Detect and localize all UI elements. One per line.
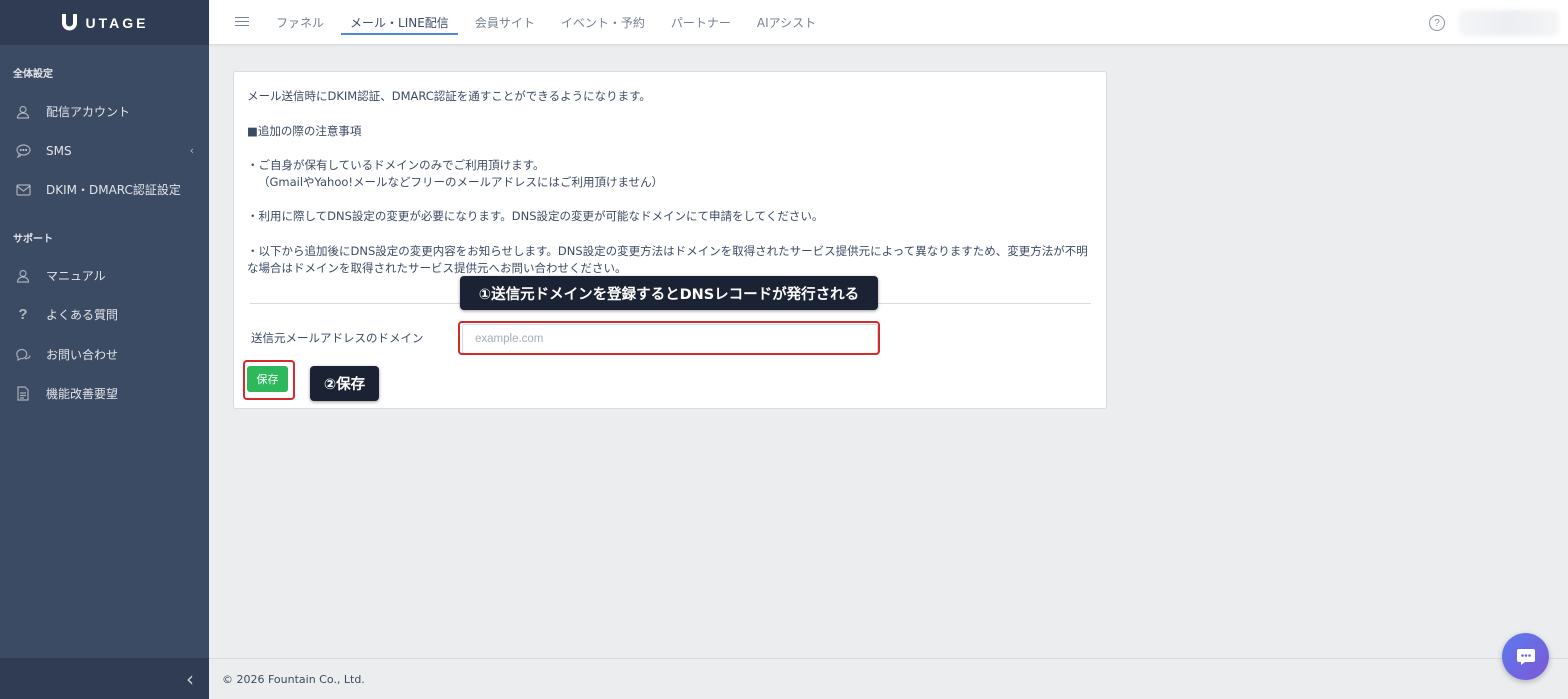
notes-heading: ■追加の際の注意事項 xyxy=(247,124,362,138)
question-icon: ? xyxy=(18,306,28,323)
sidebar-item-label: DKIM・DMARC認証設定 xyxy=(46,183,181,197)
sidebar-item-sms[interactable]: SMS ‹ xyxy=(0,131,209,170)
tab-ai-assist[interactable]: AIアシスト xyxy=(748,0,825,45)
intro-text: メール送信時にDKIM認証、DMARC認証を通すことができるようになります。 xyxy=(247,89,651,103)
sidebar-item-feature-request[interactable]: 機能改善要望 xyxy=(0,374,209,413)
callout-step-1: ①送信元ドメインを登録するとDNSレコードが発行される xyxy=(460,276,878,310)
chat-bubble-icon xyxy=(1516,648,1535,665)
brand-name: UTAGE xyxy=(85,14,149,31)
nav-section-title-support: サポート xyxy=(13,234,53,245)
sidebar-item-contact[interactable]: お問い合わせ xyxy=(0,335,209,374)
sidebar-item-label: よくある質問 xyxy=(46,308,119,322)
sms-chat-icon xyxy=(15,143,31,159)
chat-support-button[interactable] xyxy=(1502,633,1549,680)
header-tabs: ファネル メール・LINE配信 会員サイト イベント・予約 パートナー AIアシ… xyxy=(267,0,833,45)
hamburger-menu-icon[interactable] xyxy=(235,14,249,30)
envelope-icon xyxy=(15,182,31,198)
note-3: ・以下から追加後にDNS設定の変更内容をお知らせします。DNS設定の変更方法はド… xyxy=(247,244,1088,275)
sidebar: UTAGE 全体設定 配信アカウント SMS ‹ DKIM・DMARC認証設定 … xyxy=(0,0,209,699)
brand-logo[interactable]: UTAGE xyxy=(0,0,209,45)
user-icon xyxy=(15,104,31,120)
chevron-left-icon: ‹ xyxy=(189,144,194,157)
nav-section-title-settings: 全体設定 xyxy=(13,69,53,80)
tab-events[interactable]: イベント・予約 xyxy=(552,0,654,45)
note-1-line-1: ・ご自身が保有しているドメインのみでご利用頂けます。 xyxy=(247,158,545,172)
help-icon[interactable]: ? xyxy=(1429,15,1445,31)
domain-field-label: 送信元メールアドレスのドメイン xyxy=(251,331,424,345)
chat-bubbles-icon xyxy=(15,347,31,363)
user-icon xyxy=(15,268,31,284)
top-header: ファネル メール・LINE配信 会員サイト イベント・予約 パートナー AIアシ… xyxy=(209,0,1568,45)
sidebar-collapse-button[interactable]: ‹ xyxy=(0,658,209,699)
note-2: ・利用に際してDNS設定の変更が必要になります。DNS設定の変更が可能なドメイン… xyxy=(247,209,824,223)
dkim-settings-card: メール送信時にDKIM認証、DMARC認証を通すことができるようになります。 ■… xyxy=(233,71,1107,409)
document-icon xyxy=(15,386,31,402)
sidebar-item-delivery-account[interactable]: 配信アカウント xyxy=(0,92,209,131)
page-footer: © 2026 Fountain Co., Ltd. xyxy=(209,658,1568,699)
tab-partner[interactable]: パートナー xyxy=(662,0,740,45)
utage-logo-icon xyxy=(61,14,77,31)
sidebar-item-faq[interactable]: ? よくある質問 xyxy=(0,295,209,334)
sidebar-item-manual[interactable]: マニュアル xyxy=(0,256,209,295)
tab-member-site[interactable]: 会員サイト xyxy=(466,0,544,45)
tab-mail-line[interactable]: メール・LINE配信 xyxy=(341,0,458,45)
save-button[interactable]: 保存 xyxy=(247,366,288,392)
sidebar-item-label: 配信アカウント xyxy=(46,105,131,119)
sidebar-item-label: SMS xyxy=(46,143,72,158)
copyright-text: © 2026 Fountain Co., Ltd. xyxy=(222,672,365,686)
sidebar-item-label: 機能改善要望 xyxy=(46,387,119,401)
user-menu[interactable] xyxy=(1459,10,1559,36)
tab-funnel[interactable]: ファネル xyxy=(267,0,333,45)
sidebar-item-label: マニュアル xyxy=(46,269,106,283)
sidebar-item-label: お問い合わせ xyxy=(46,348,119,362)
domain-input[interactable] xyxy=(462,324,878,354)
sidebar-item-dkim-dmarc[interactable]: DKIM・DMARC認証設定 xyxy=(0,170,209,209)
note-1-line-2: （GmailやYahoo!メールなどフリーのメールアドレスにはご利用頂けません） xyxy=(258,175,664,189)
chevron-left-icon: ‹ xyxy=(186,666,194,691)
callout-step-2: ②保存 xyxy=(310,366,379,401)
